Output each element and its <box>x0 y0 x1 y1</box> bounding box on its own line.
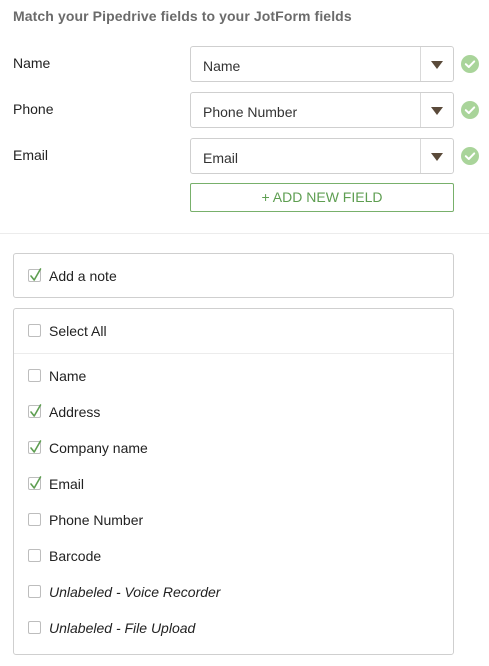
list-divider <box>14 353 453 354</box>
field-label: Name <box>49 368 87 384</box>
caret-down-icon[interactable] <box>431 153 443 161</box>
field-label: Unlabeled - File Upload <box>49 620 196 636</box>
field-option-voice-recorder[interactable]: Unlabeled - Voice Recorder <box>14 583 453 603</box>
field-option-address[interactable]: Address <box>14 403 453 423</box>
field-checkbox[interactable] <box>28 585 41 598</box>
field-label: Address <box>49 404 101 420</box>
field-option-name[interactable]: Name <box>14 367 453 387</box>
caret-down-icon[interactable] <box>431 107 443 115</box>
section-divider <box>0 233 489 234</box>
select-value: Phone Number <box>203 104 298 120</box>
field-checkbox[interactable] <box>28 513 41 526</box>
mapping-row-name: Name Name <box>0 46 489 84</box>
field-option-company-name[interactable]: Company name <box>14 439 453 459</box>
check-circle-icon <box>461 147 479 165</box>
field-checkbox[interactable] <box>28 369 41 382</box>
field-label: Email <box>49 476 85 492</box>
field-label: Unlabeled - Voice Recorder <box>49 584 221 600</box>
field-checkbox[interactable] <box>28 440 42 454</box>
mapping-label: Phone <box>13 101 54 117</box>
select-all-option[interactable]: Select All <box>14 322 453 342</box>
checkmark-icon <box>30 404 42 417</box>
select-value: Name <box>203 58 241 74</box>
mapping-label: Email <box>13 147 49 163</box>
fields-list-box: Select All Name Address Company name Ema… <box>13 308 454 655</box>
select-all-label: Select All <box>49 323 107 339</box>
field-label: Phone Number <box>49 512 144 528</box>
caret-down-icon[interactable] <box>431 61 443 69</box>
field-select-name[interactable]: Name <box>190 46 454 82</box>
select-all-checkbox[interactable] <box>28 324 41 337</box>
mapping-row-email: Email Email <box>0 138 489 176</box>
field-label: Barcode <box>49 548 102 564</box>
field-option-file-upload[interactable]: Unlabeled - File Upload <box>14 619 453 639</box>
add-note-option[interactable]: Add a note <box>14 267 453 287</box>
checkmark-icon <box>30 440 42 453</box>
check-circle-icon <box>461 101 479 119</box>
select-divider <box>420 47 421 81</box>
checkmark-icon <box>30 268 42 281</box>
select-divider <box>420 93 421 127</box>
add-note-box: Add a note <box>13 253 454 298</box>
select-value: Email <box>203 150 239 166</box>
field-option-barcode[interactable]: Barcode <box>14 547 453 567</box>
field-checkbox[interactable] <box>28 621 41 634</box>
add-note-checkbox[interactable] <box>28 268 42 282</box>
field-select-phone[interactable]: Phone Number <box>190 92 454 128</box>
mapping-label: Name <box>13 55 51 71</box>
field-option-phone-number[interactable]: Phone Number <box>14 511 453 531</box>
field-checkbox[interactable] <box>28 476 42 490</box>
field-label: Company name <box>49 440 148 456</box>
page-title: Match your Pipedrive fields to your JotF… <box>13 8 352 24</box>
add-note-label: Add a note <box>49 268 117 284</box>
mapping-row-phone: Phone Phone Number <box>0 92 489 130</box>
field-select-email[interactable]: Email <box>190 138 454 174</box>
field-checkbox[interactable] <box>28 549 41 562</box>
select-divider <box>420 139 421 173</box>
field-option-email[interactable]: Email <box>14 475 453 495</box>
check-circle-icon <box>461 55 479 73</box>
field-checkbox[interactable] <box>28 404 42 418</box>
checkmark-icon <box>30 476 42 489</box>
add-new-field-button[interactable]: + ADD NEW FIELD <box>190 183 454 212</box>
